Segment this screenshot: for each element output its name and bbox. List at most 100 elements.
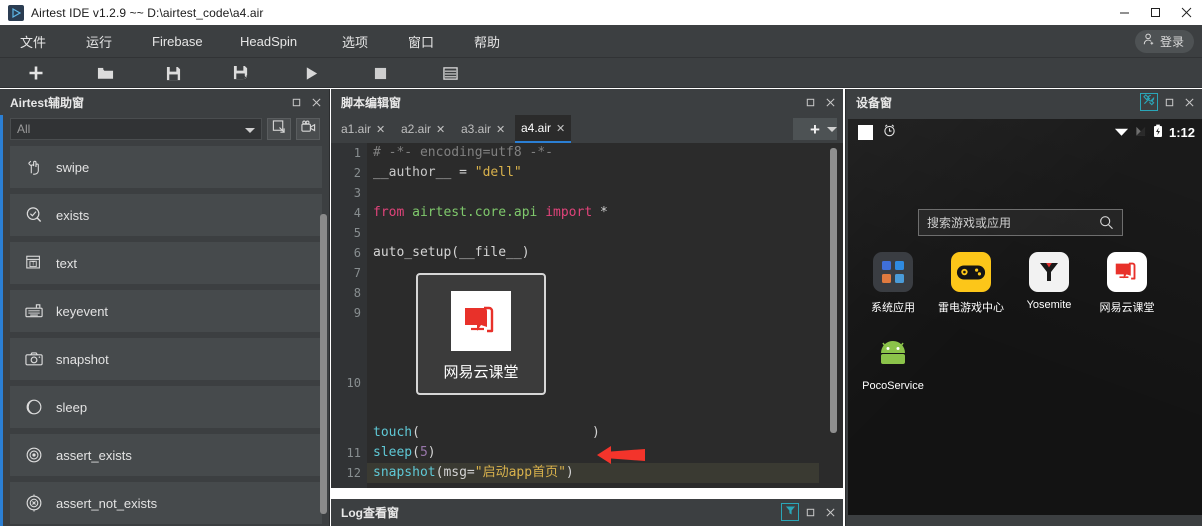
close-tab-icon[interactable]: ✕ xyxy=(376,123,385,136)
app-label: 网易云课堂 xyxy=(1099,302,1155,314)
float-device-button[interactable] xyxy=(1160,93,1178,111)
close-tab-icon[interactable]: ✕ xyxy=(436,123,445,136)
line-number: 8 xyxy=(353,286,361,300)
code-function: sleep xyxy=(373,445,413,460)
alarm-icon xyxy=(883,124,896,140)
app-yosemite[interactable]: Yosemite xyxy=(1010,252,1088,315)
op-label: snapshot xyxy=(56,351,109,367)
stop-button[interactable] xyxy=(363,58,397,88)
op-item-exists[interactable]: exists xyxy=(10,194,322,236)
open-script-button[interactable] xyxy=(88,58,122,88)
app-leidian-game-center[interactable]: 雷电游戏中心 xyxy=(932,252,1010,315)
float-panel-button[interactable] xyxy=(287,93,305,111)
menu-options[interactable]: 选项 xyxy=(342,25,368,58)
code-token: ( xyxy=(412,425,420,440)
menu-file[interactable]: 文件 xyxy=(20,25,46,58)
save-button[interactable] xyxy=(156,58,190,88)
tab-a4-air[interactable]: a4.air ✕ xyxy=(515,115,572,143)
device-app-grid: 系统应用 雷电游戏中心 Yosemite 网易云课堂 PocoService xyxy=(854,252,1202,392)
app-row: PocoService xyxy=(854,333,1202,392)
run-button[interactable] xyxy=(294,58,328,88)
app-netease-cloud-classroom[interactable]: 网易云课堂 xyxy=(1088,252,1166,315)
tab-a3-air[interactable]: a3.air ✕ xyxy=(455,115,511,143)
close-tab-icon[interactable]: ✕ xyxy=(556,122,565,135)
status-bar-left xyxy=(858,124,896,140)
app-system-apps[interactable]: 系统应用 xyxy=(854,252,932,315)
close-button[interactable] xyxy=(1171,0,1202,25)
app-pocoservice[interactable]: PocoService xyxy=(854,333,932,392)
menu-help[interactable]: 帮助 xyxy=(474,25,500,58)
code-vertical-scrollbar[interactable] xyxy=(830,148,837,433)
close-tab-icon[interactable]: ✕ xyxy=(496,123,505,136)
status-bar-right: 1:12 xyxy=(1114,119,1195,145)
line-number: 10 xyxy=(346,376,361,390)
app-row: 系统应用 雷电游戏中心 Yosemite 网易云课堂 xyxy=(854,252,1202,315)
status-bar-time: 1:12 xyxy=(1168,124,1195,140)
operations-list-scrollbar[interactable] xyxy=(320,214,327,514)
menu-headspin[interactable]: HeadSpin xyxy=(240,25,297,58)
line-number: 2 xyxy=(353,166,361,180)
op-item-keyevent[interactable]: keyevent xyxy=(10,290,322,332)
menu-file-label: 文件 xyxy=(20,34,47,50)
device-screen[interactable]: 1:12 搜索游戏或应用 系统应用 雷电游戏中心 Yosemite 网易云课堂 … xyxy=(848,119,1202,515)
menu-run[interactable]: 运行 xyxy=(86,25,112,58)
airtest-panel-header-buttons xyxy=(287,89,325,115)
touch-target-image-widget[interactable]: 网易云课堂 xyxy=(416,273,546,395)
new-script-button[interactable] xyxy=(19,58,53,88)
menu-firebase-label: Firebase xyxy=(152,33,203,49)
operations-list[interactable]: swipe exists T text keyevent snapshot sl… xyxy=(10,146,322,524)
float-log-button[interactable] xyxy=(801,503,819,521)
play-icon xyxy=(304,66,319,81)
float-editor-button[interactable] xyxy=(801,93,819,111)
code-editor[interactable]: 1 2 3 4 5 6 7 8 9 10 11 12 13 # -*- enco… xyxy=(331,143,843,488)
chevron-down-icon[interactable] xyxy=(827,127,837,132)
save-as-button[interactable] xyxy=(224,58,258,88)
log-view-button[interactable] xyxy=(433,58,467,88)
code-number: 5 xyxy=(419,445,428,460)
device-search-input[interactable]: 搜索游戏或应用 xyxy=(918,209,1123,236)
touch-call: touch( xyxy=(373,423,420,443)
tab-a2-air[interactable]: a2.air ✕ xyxy=(395,115,451,143)
op-item-snapshot[interactable]: snapshot xyxy=(10,338,322,380)
list-icon xyxy=(442,66,458,81)
maximize-button[interactable] xyxy=(1140,0,1171,25)
op-item-text[interactable]: T text xyxy=(10,242,322,284)
op-label: swipe xyxy=(56,159,90,175)
close-editor-button[interactable] xyxy=(821,93,839,111)
op-item-assert-exists[interactable]: assert_exists xyxy=(10,434,322,476)
menu-firebase[interactable]: Firebase xyxy=(152,25,203,58)
log-filter-button[interactable] xyxy=(781,503,799,521)
camera-icon xyxy=(24,349,44,369)
netease-cloud-classroom-icon xyxy=(1107,252,1147,292)
menu-run-label: 运行 xyxy=(86,34,113,50)
line-number-gutter: 1 2 3 4 5 6 7 8 9 10 11 12 13 xyxy=(331,143,367,488)
system-apps-folder-icon xyxy=(873,252,913,292)
close-device-button[interactable] xyxy=(1180,93,1198,111)
tools-icon xyxy=(1143,93,1155,111)
menu-help-label: 帮助 xyxy=(474,34,501,50)
op-item-assert-not-exists[interactable]: assert_not_exists xyxy=(10,482,322,524)
app-logo-icon xyxy=(8,4,24,21)
tab-a1-air[interactable]: a1.air ✕ xyxy=(335,115,391,143)
menu-window[interactable]: 窗口 xyxy=(408,25,434,58)
add-tab-button[interactable]: + xyxy=(793,118,837,140)
op-item-swipe[interactable]: swipe xyxy=(10,146,322,188)
svg-text:T: T xyxy=(30,262,35,268)
login-button[interactable]: 登录 xyxy=(1134,30,1194,53)
close-log-button[interactable] xyxy=(821,503,839,521)
line-number: 6 xyxy=(353,246,361,260)
screenshot-button[interactable] xyxy=(267,118,291,140)
device-status-bar: 1:12 xyxy=(848,119,1202,145)
record-video-button[interactable] xyxy=(296,118,320,140)
minimize-button[interactable] xyxy=(1109,0,1140,25)
editor-panel-header-buttons xyxy=(801,89,839,115)
category-filter-select[interactable]: All xyxy=(10,118,262,140)
device-tools-button[interactable] xyxy=(1140,93,1158,111)
close-panel-button[interactable] xyxy=(307,93,325,111)
code-line-6: auto_setup(__file__) xyxy=(373,243,833,263)
tab-label: a2.air xyxy=(401,122,432,136)
op-item-sleep[interactable]: sleep xyxy=(10,386,322,428)
